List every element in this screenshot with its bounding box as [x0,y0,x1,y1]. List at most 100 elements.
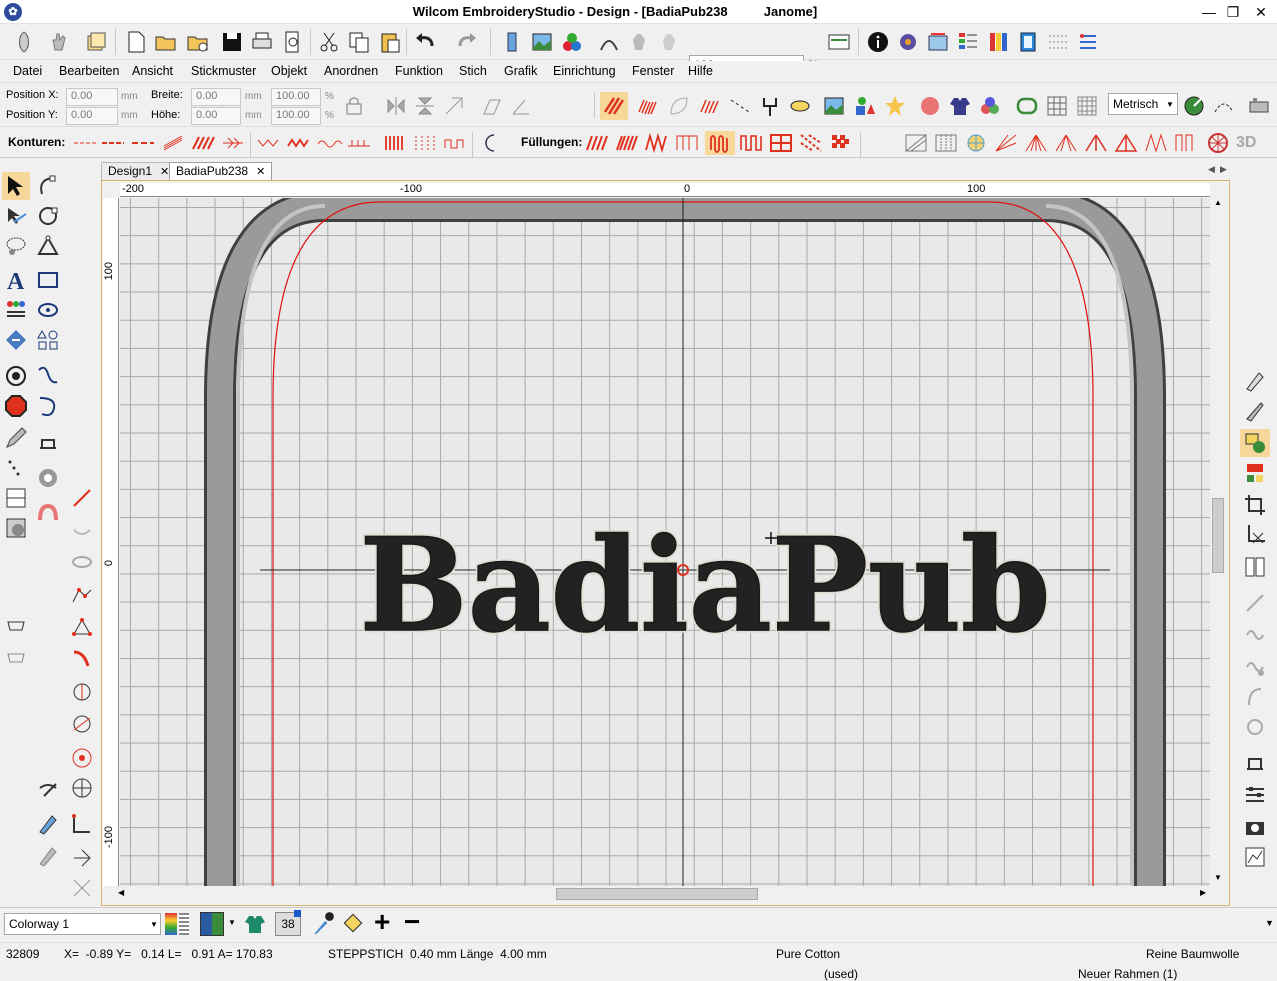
menu-funktion[interactable]: Funktion [395,64,443,78]
vertical-scrollbar[interactable]: ▲ ▼ [1211,198,1225,886]
run-stitch-icon[interactable] [726,92,754,120]
lasso-icon[interactable] [2,232,30,260]
split-square-icon[interactable] [2,484,30,512]
tab-scroll-right-icon[interactable]: ▶ [1220,164,1227,175]
overview-window-icon[interactable] [825,28,853,56]
horizontal-scroll-thumb[interactable] [556,888,758,900]
garment-green-icon[interactable] [243,911,267,937]
width-percent-field[interactable]: 100.00 [271,88,321,106]
satin-column-icon[interactable] [382,132,408,154]
bars-fill-icon[interactable] [1173,132,1199,154]
design-library-icon[interactable] [924,28,952,56]
rotate-icon[interactable] [440,92,468,120]
radial-fill-icon[interactable] [993,132,1019,154]
circle-cut-icon[interactable] [68,678,96,706]
dots-fill-icon[interactable] [828,132,854,154]
hoop-outline-icon[interactable] [1013,92,1041,120]
copy-icon[interactable] [345,28,373,56]
tatami-stitch-icon[interactable] [600,92,628,120]
column-fill-icon[interactable] [674,132,700,154]
add-color-button[interactable]: + [374,906,390,938]
motif-fill-icon[interactable] [798,132,824,154]
stipple-fill-icon[interactable] [903,132,929,154]
print-preview-icon[interactable] [279,28,307,56]
sequence-colors-icon[interactable] [1240,459,1270,487]
scroll-up-icon[interactable]: ▲ [1214,198,1222,207]
menu-grafik[interactable]: Grafik [504,64,537,78]
shapes-icon[interactable] [851,92,879,120]
fill-split-icon[interactable] [2,514,30,542]
satin-fill-icon[interactable] [614,132,640,154]
triangle-fill-icon[interactable] [1113,132,1139,154]
shapes-tool-icon[interactable] [34,326,62,354]
vertical-scroll-thumb[interactable] [1212,498,1224,573]
star-fill-icon[interactable] [1023,132,1049,154]
thread-spool-icon[interactable] [498,28,526,56]
design-canvas[interactable]: BadiaPub BadiaPub [120,198,1210,886]
machine-icon[interactable] [1245,92,1273,120]
crop-delete-icon[interactable] [1240,521,1270,549]
close-icon[interactable]: ✕ [1250,2,1272,22]
open-recent-icon[interactable] [184,28,212,56]
measure-icon[interactable] [68,484,96,512]
digitize-closed-shape-icon[interactable] [68,614,96,642]
flower-gray-icon[interactable] [1240,713,1270,741]
grid-icon[interactable] [1043,92,1071,120]
stitch-edit-icon[interactable] [34,778,62,806]
arc-tool-icon[interactable] [1210,92,1238,120]
scroll-down-icon[interactable]: ▼ [1214,873,1222,882]
thread-list-icon[interactable] [179,913,189,935]
stop-hexagon-icon[interactable] [2,392,30,420]
height-percent-field[interactable]: 100.00 [271,107,321,125]
grid-dots-icon[interactable] [1044,28,1072,56]
rectangle-icon[interactable] [34,266,62,294]
arrow-outline-icon[interactable] [220,132,246,154]
cross-stitch-fill-icon[interactable] [768,132,794,154]
color-layer-icon[interactable] [1240,429,1270,457]
sequin-icon[interactable] [976,92,1004,120]
fan-fill-icon[interactable] [1053,132,1079,154]
info-icon[interactable] [864,28,892,56]
height-field[interactable]: 0.00 [191,107,241,125]
menu-einrichtung[interactable]: Einrichtung [553,64,616,78]
hand-gray-icon[interactable] [625,28,653,56]
wave-outline-icon[interactable] [316,132,342,154]
zigzag-fill-icon[interactable] [644,132,670,154]
menu-bearbeiten[interactable]: Bearbeiten [59,64,119,78]
connect-icon[interactable] [68,874,96,902]
leaf-outline-icon[interactable] [665,92,693,120]
hand-icon[interactable] [45,28,73,56]
satin-stitch-icon[interactable] [634,92,662,120]
close-icon[interactable]: ✕ [160,166,169,178]
slow-redraw-icon[interactable] [655,28,683,56]
select-shape-icon[interactable] [2,202,30,230]
peak-fill-icon[interactable] [1083,132,1109,154]
spiral-gray-icon[interactable] [68,548,96,576]
menu-anordnen[interactable]: Anordnen [324,64,378,78]
circle-split-icon[interactable] [68,710,96,738]
branch-icon[interactable] [68,844,96,872]
restore-icon[interactable]: ❐ [1222,2,1244,22]
rotate-node-icon[interactable] [34,202,62,230]
pen-blue-icon[interactable] [34,810,62,838]
radial-target-icon[interactable] [68,774,96,802]
colorway-select[interactable]: Colorway 1 [4,913,161,935]
crop-icon[interactable] [1240,491,1270,519]
menu-stich[interactable]: Stich [459,64,487,78]
menu-datei[interactable]: Datei [13,64,42,78]
satin-border-icon[interactable] [160,132,186,154]
menu-objekt[interactable]: Objekt [271,64,307,78]
chevron-down-icon[interactable]: ▼ [228,918,236,927]
pen-tool-icon[interactable] [1240,367,1270,395]
tab-design1[interactable]: Design1 ✕ [101,162,177,180]
pen-gray-icon[interactable] [34,842,62,870]
grid-fine-icon[interactable] [1073,92,1101,120]
spiral-fill-icon[interactable] [963,132,989,154]
close-icon[interactable]: ✕ [256,166,265,178]
new-file-icon[interactable] [122,28,150,56]
star-icon[interactable] [881,92,909,120]
square-column-icon[interactable] [442,132,468,154]
curve-gray-icon[interactable] [1240,683,1270,711]
backstitch-icon[interactable] [130,132,156,154]
backdrop-image-icon[interactable] [820,92,848,120]
